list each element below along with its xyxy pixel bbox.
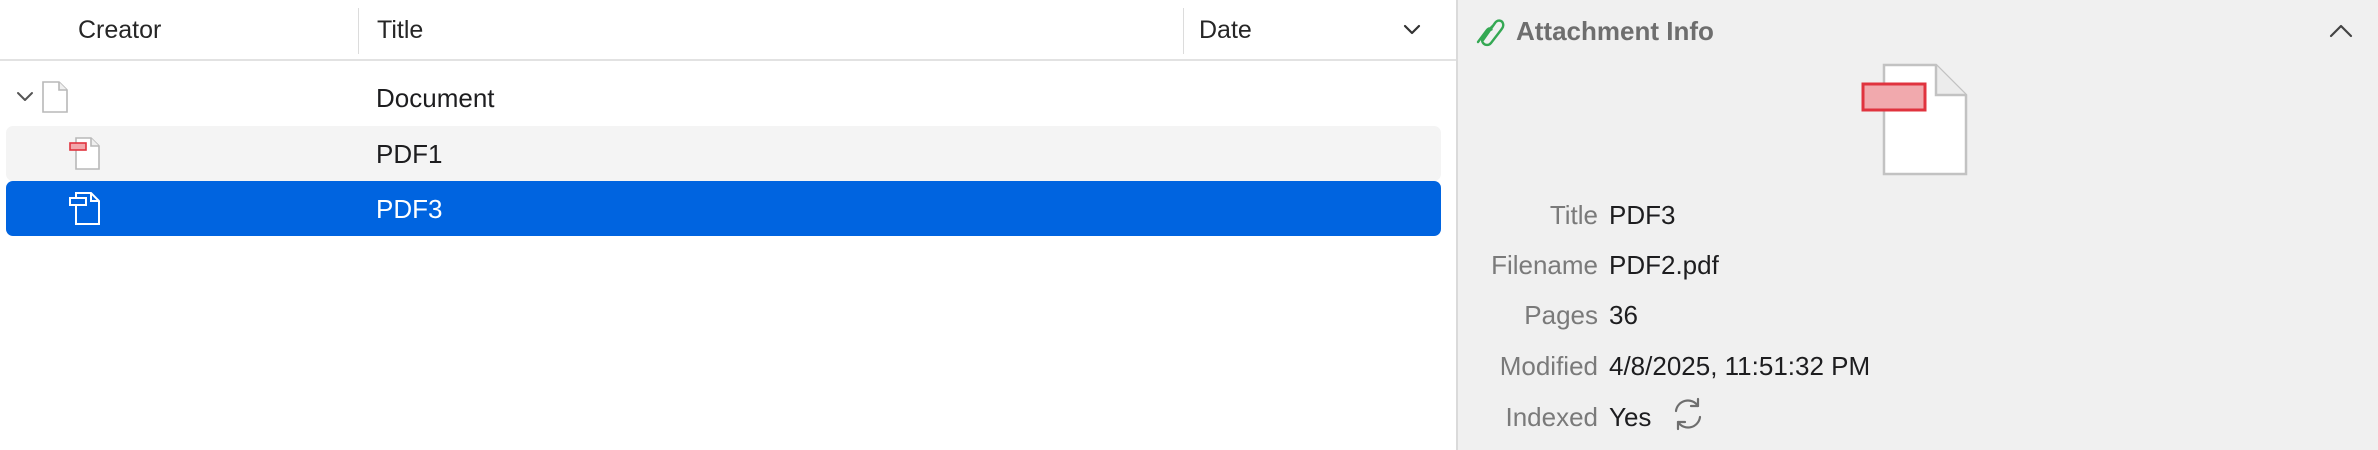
list-item-title: PDF3	[376, 194, 443, 224]
pdf-preview-icon[interactable]	[1860, 62, 1970, 178]
chevron-down-icon[interactable]	[14, 87, 36, 107]
section-title: Attachment Info	[1516, 16, 1714, 46]
pdf-attachment-icon	[69, 192, 100, 225]
column-header-date[interactable]: Date	[1199, 0, 1252, 59]
list-column-header: Creator Title Date	[0, 0, 1456, 61]
list-item-parent[interactable]: Document	[6, 70, 1441, 125]
filename-label: Filename	[1491, 250, 1598, 280]
refresh-icon[interactable]	[1670, 396, 1706, 432]
modified-value: 4/8/2025, 11:51:32 PM	[1609, 351, 1871, 381]
column-divider[interactable]	[358, 8, 359, 54]
chevron-down-icon[interactable]	[1400, 20, 1424, 40]
column-header-title[interactable]: Title	[377, 0, 423, 59]
attachment-info-pane: Attachment Info Title PDF3 Filename PDF2…	[1456, 0, 2378, 450]
filename-value[interactable]: PDF2.pdf	[1609, 245, 1719, 285]
document-icon	[42, 81, 68, 113]
list-item-selected[interactable]: PDF3	[6, 181, 1441, 236]
list-item-title: Document	[376, 83, 495, 113]
pages-label: Pages	[1524, 300, 1598, 330]
title-value[interactable]: PDF3	[1609, 195, 1675, 235]
list-item-title: PDF1	[376, 139, 443, 169]
title-label: Title	[1549, 200, 1598, 230]
column-divider[interactable]	[1183, 8, 1184, 54]
list-item[interactable]: PDF1	[6, 126, 1441, 181]
paperclip-icon	[1476, 19, 1505, 47]
column-header-creator[interactable]: Creator	[78, 0, 161, 59]
pages-value: 36	[1609, 300, 1638, 330]
pdf-attachment-icon	[69, 137, 100, 170]
indexed-value: Yes	[1609, 402, 1652, 432]
chevron-up-icon[interactable]	[2326, 20, 2356, 42]
attachment-info-header[interactable]: Attachment Info	[1458, 0, 2378, 62]
indexed-label: Indexed	[1505, 402, 1598, 432]
modified-label: Modified	[1499, 351, 1598, 381]
items-list-pane: Creator Title Date Document PDF1 PDF3	[0, 0, 1456, 450]
